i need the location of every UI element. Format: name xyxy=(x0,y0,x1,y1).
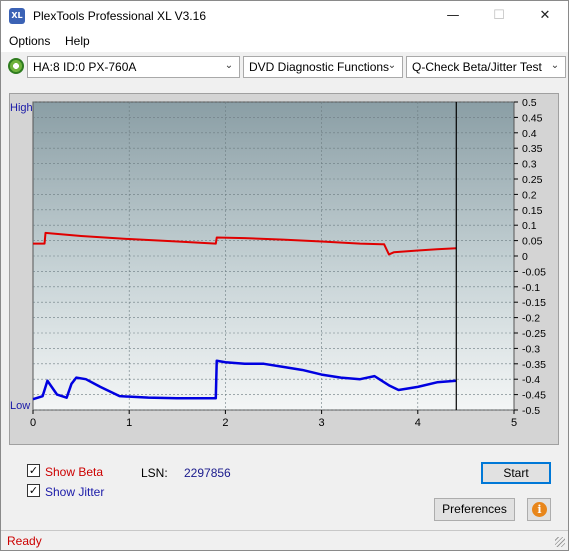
y-tick-label: 0.45 xyxy=(522,112,543,124)
function-select[interactable]: DVD Diagnostic Functions ⌄ xyxy=(243,56,403,78)
low-label: Low xyxy=(10,400,30,412)
menu-help[interactable]: Help xyxy=(65,34,90,48)
y-tick-label: 0 xyxy=(522,251,528,263)
y-tick-label: -0.05 xyxy=(522,266,546,278)
high-label: High xyxy=(10,102,33,114)
y-tick-label: -0.5 xyxy=(522,405,540,417)
menu-bar: Options Help xyxy=(1,31,568,52)
lsn-label: LSN: xyxy=(141,466,168,480)
y-tick-label: -0.4 xyxy=(522,374,540,386)
y-tick-label: 0.15 xyxy=(522,205,543,217)
y-tick-label: 0.5 xyxy=(522,97,537,109)
info-icon: i xyxy=(532,502,547,517)
minimize-button[interactable]: — xyxy=(430,1,476,31)
chart-panel: 0.5 0.45 0.4 0.35 0.3 0.25 0.2 0.15 0.1 0.05 0 -0.0… xyxy=(9,93,559,445)
window-title: PlexTools Professional XL V3.16 xyxy=(33,9,206,23)
maximize-button[interactable]: ☐ xyxy=(476,1,522,31)
drive-select[interactable]: HA:8 ID:0 PX-760A ⌄ xyxy=(27,56,240,78)
beta-jitter-chart: 0.5 0.45 0.4 0.35 0.3 0.25 0.2 0.15 0.1 0.05 0 -0.0… xyxy=(10,97,546,429)
lsn-value: 2297856 xyxy=(184,466,231,480)
resize-grip-icon[interactable] xyxy=(555,537,565,547)
preferences-button[interactable]: Preferences xyxy=(434,498,515,521)
show-beta-checkbox[interactable]: ✓ xyxy=(27,464,40,477)
status-bar: Ready xyxy=(1,530,568,550)
drive-disc-icon xyxy=(8,58,24,74)
drive-select-value: HA:8 ID:0 PX-760A xyxy=(33,60,137,74)
x-tick-label: 5 xyxy=(511,417,517,429)
y-tick-label: 0.35 xyxy=(522,143,543,155)
chevron-down-icon[interactable]: ⌄ xyxy=(386,60,398,72)
chevron-down-icon[interactable]: ⌄ xyxy=(223,60,235,72)
show-beta-label[interactable]: Show Beta xyxy=(45,465,103,479)
x-tick-label: 0 xyxy=(30,417,36,429)
y-tick-label: -0.2 xyxy=(522,313,540,325)
y-tick-label: -0.1 xyxy=(522,282,540,294)
app-logo-icon: XL xyxy=(9,8,25,24)
info-button[interactable]: i xyxy=(527,498,551,521)
main-window: XL PlexTools Professional XL V3.16 — ☐ ✕… xyxy=(0,0,569,551)
start-button[interactable]: Start xyxy=(481,462,551,484)
close-button[interactable]: ✕ xyxy=(522,1,568,31)
show-jitter-checkbox[interactable]: ✓ xyxy=(27,484,40,497)
y-tick-label: -0.3 xyxy=(522,343,540,355)
y-tick-label: -0.45 xyxy=(522,390,546,402)
x-tick-label: 4 xyxy=(415,417,421,429)
y-tick-label: -0.35 xyxy=(522,359,546,371)
x-tick-label: 3 xyxy=(319,417,325,429)
chevron-down-icon[interactable]: ⌄ xyxy=(549,60,561,72)
status-text: Ready xyxy=(7,534,42,548)
y-tick-label: 0.3 xyxy=(522,159,537,171)
y-tick-label: -0.25 xyxy=(522,328,546,340)
y-tick-label: 0.1 xyxy=(522,220,537,232)
y-tick-label: 0.25 xyxy=(522,174,543,186)
x-tick-label: 2 xyxy=(222,417,228,429)
show-jitter-label[interactable]: Show Jitter xyxy=(45,485,104,499)
x-tick-label: 1 xyxy=(126,417,132,429)
function-select-value: DVD Diagnostic Functions xyxy=(249,60,390,74)
y-tick-label: 0.2 xyxy=(522,189,537,201)
menu-options[interactable]: Options xyxy=(9,34,50,48)
y-tick-label: 0.4 xyxy=(522,128,537,140)
y-tick-label: -0.15 xyxy=(522,297,546,309)
title-bar[interactable]: XL PlexTools Professional XL V3.16 — ☐ ✕ xyxy=(1,1,568,31)
test-select[interactable]: Q-Check Beta/Jitter Test ⌄ xyxy=(406,56,566,78)
test-select-value: Q-Check Beta/Jitter Test xyxy=(412,60,542,74)
y-tick-label: 0.05 xyxy=(522,236,543,248)
